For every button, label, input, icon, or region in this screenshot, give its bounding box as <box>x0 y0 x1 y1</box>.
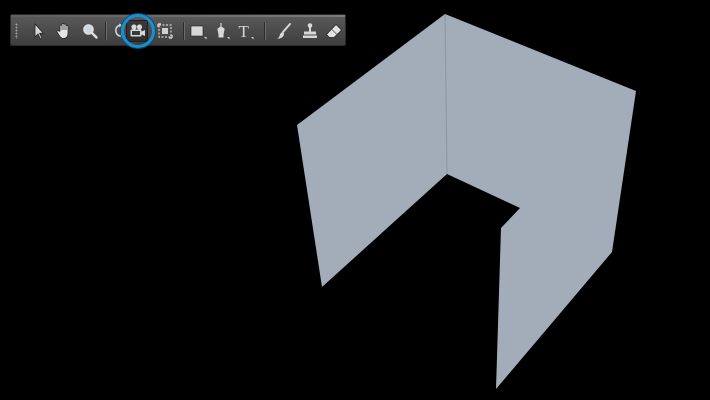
scale-3d-tool-button[interactable] <box>154 20 176 42</box>
3d-toolbar: T <box>10 14 346 46</box>
magnifier-icon <box>80 21 100 41</box>
pen-nib-icon <box>212 21 232 41</box>
stamp-tool-button[interactable] <box>299 20 321 42</box>
hand-icon <box>54 21 74 41</box>
toolbar-top-stripe <box>11 15 345 17</box>
text-t-icon: T <box>236 21 256 41</box>
toolbar-separator <box>105 22 106 40</box>
arrow-cursor-icon <box>28 21 48 41</box>
stamp-icon <box>300 21 320 41</box>
stage-canvas[interactable] <box>0 0 710 400</box>
scale-3d-icon <box>155 21 175 41</box>
pen-tool-button[interactable] <box>211 20 233 42</box>
rectangle-icon <box>188 21 208 41</box>
toolbar-separator <box>183 22 184 40</box>
brush-tool-button[interactable] <box>273 20 295 42</box>
svg-text:T: T <box>239 22 250 41</box>
hand-tool-button[interactable] <box>53 20 75 42</box>
camera-tool-highlight <box>121 14 155 48</box>
text-tool-button[interactable]: T <box>235 20 257 42</box>
move-tool-button[interactable] <box>27 20 49 42</box>
brush-icon <box>274 21 294 41</box>
rectangle-tool-button[interactable] <box>187 20 209 42</box>
eraser-tool-button[interactable] <box>323 20 345 42</box>
zoom-tool-button[interactable] <box>79 20 101 42</box>
toolbar-separator <box>264 22 265 40</box>
toolbar-grip[interactable] <box>15 23 18 39</box>
eraser-icon <box>324 21 344 41</box>
